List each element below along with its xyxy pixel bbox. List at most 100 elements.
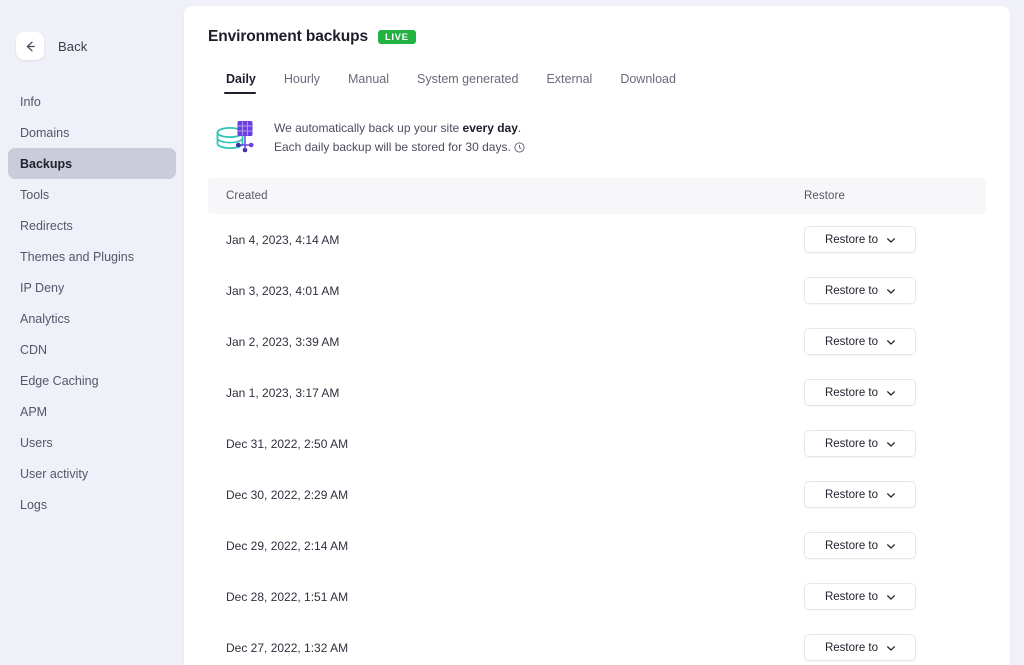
sidebar-item-label: Tools <box>20 188 49 202</box>
sidebar-item-cdn[interactable]: CDN <box>8 334 176 365</box>
table-row: Jan 2, 2023, 3:39 AM Restore to <box>208 316 986 367</box>
table-row: Dec 30, 2022, 2:29 AM Restore to <box>208 469 986 520</box>
cell-restore: Restore to <box>804 532 964 559</box>
cell-created: Jan 4, 2023, 4:14 AM <box>226 233 804 247</box>
restore-to-button[interactable]: Restore to <box>804 277 916 304</box>
sidebar-item-label: Domains <box>20 126 69 140</box>
table-row: Dec 31, 2022, 2:50 AM Restore to <box>208 418 986 469</box>
chevron-down-icon <box>887 438 895 450</box>
restore-to-button[interactable]: Restore to <box>804 634 916 661</box>
restore-to-button-label: Restore to <box>825 438 878 450</box>
tab-external[interactable]: External <box>532 72 606 94</box>
notice-line-1-bold: every day <box>463 121 518 135</box>
chevron-down-icon <box>887 234 895 246</box>
tab-hourly[interactable]: Hourly <box>270 72 334 94</box>
back-button[interactable]: Back <box>0 32 184 60</box>
cell-restore: Restore to <box>804 481 964 508</box>
sidebar-item-label: Themes and Plugins <box>20 250 134 264</box>
restore-to-button-label: Restore to <box>825 234 878 246</box>
column-header-restore: Restore <box>804 190 964 202</box>
restore-to-button-label: Restore to <box>825 285 878 297</box>
cell-created: Dec 28, 2022, 1:51 AM <box>226 590 804 604</box>
table-row: Jan 4, 2023, 4:14 AM Restore to <box>208 214 986 265</box>
cell-created: Dec 31, 2022, 2:50 AM <box>226 437 804 451</box>
tab-daily[interactable]: Daily <box>210 72 270 94</box>
tab-label: Download <box>620 72 676 86</box>
restore-to-button-label: Restore to <box>825 489 878 501</box>
sidebar: Back Info Domains Backups Tools Redirect… <box>0 0 184 665</box>
sidebar-nav: Info Domains Backups Tools Redirects The… <box>0 86 184 520</box>
notice-line-1-suffix: . <box>518 121 521 135</box>
info-circle-icon[interactable] <box>514 140 525 159</box>
page-header: Environment backups LIVE <box>208 28 986 46</box>
sidebar-item-edge-caching[interactable]: Edge Caching <box>8 365 176 396</box>
sidebar-item-label: Analytics <box>20 312 70 326</box>
back-label: Back <box>58 39 87 54</box>
sidebar-item-ip-deny[interactable]: IP Deny <box>8 272 176 303</box>
sidebar-item-label: Redirects <box>20 219 73 233</box>
cell-restore: Restore to <box>804 430 964 457</box>
table-header-row: Created Restore <box>208 178 986 214</box>
sidebar-item-themes-and-plugins[interactable]: Themes and Plugins <box>8 241 176 272</box>
backup-type-tabs: Daily Hourly Manual System generated Ext… <box>210 72 986 94</box>
table-row: Jan 1, 2023, 3:17 AM Restore to <box>208 367 986 418</box>
notice-line-2-text: Each daily backup will be stored for 30 … <box>274 140 511 154</box>
restore-to-button-label: Restore to <box>825 642 878 654</box>
cell-created: Dec 30, 2022, 2:29 AM <box>226 488 804 502</box>
arrow-left-icon <box>16 32 44 60</box>
sidebar-item-label: User activity <box>20 467 88 481</box>
notice-line-1: We automatically back up your site every… <box>274 119 525 138</box>
cell-created: Jan 1, 2023, 3:17 AM <box>226 386 804 400</box>
app-root: Back Info Domains Backups Tools Redirect… <box>0 0 1024 665</box>
restore-to-button[interactable]: Restore to <box>804 226 916 253</box>
sidebar-item-tools[interactable]: Tools <box>8 179 176 210</box>
cell-created: Dec 27, 2022, 1:32 AM <box>226 641 804 655</box>
notice-text: We automatically back up your site every… <box>274 119 525 160</box>
sidebar-item-label: CDN <box>20 343 47 357</box>
restore-to-button-label: Restore to <box>825 591 878 603</box>
chevron-down-icon <box>887 591 895 603</box>
tab-manual[interactable]: Manual <box>334 72 403 94</box>
tab-label: Hourly <box>284 72 320 86</box>
restore-to-button[interactable]: Restore to <box>804 481 916 508</box>
sidebar-item-users[interactable]: Users <box>8 427 176 458</box>
restore-to-button[interactable]: Restore to <box>804 583 916 610</box>
table-row: Dec 28, 2022, 1:51 AM Restore to <box>208 571 986 622</box>
sidebar-item-label: Edge Caching <box>20 374 99 388</box>
backup-schedule-notice: We automatically back up your site every… <box>208 112 986 178</box>
cell-created: Jan 3, 2023, 4:01 AM <box>226 284 804 298</box>
restore-to-button[interactable]: Restore to <box>804 430 916 457</box>
table-row: Dec 27, 2022, 1:32 AM Restore to <box>208 622 986 665</box>
notice-line-1-prefix: We automatically back up your site <box>274 121 463 135</box>
sidebar-item-label: IP Deny <box>20 281 64 295</box>
sidebar-item-info[interactable]: Info <box>8 86 176 117</box>
chevron-down-icon <box>887 642 895 654</box>
database-backup-icon <box>212 116 258 162</box>
sidebar-item-label: Users <box>20 436 53 450</box>
restore-to-button[interactable]: Restore to <box>804 532 916 559</box>
restore-to-button-label: Restore to <box>825 336 878 348</box>
sidebar-item-analytics[interactable]: Analytics <box>8 303 176 334</box>
backups-table: Created Restore Jan 4, 2023, 4:14 AM Res… <box>208 178 986 665</box>
cell-restore: Restore to <box>804 277 964 304</box>
tab-system-generated[interactable]: System generated <box>403 72 532 94</box>
restore-to-button[interactable]: Restore to <box>804 379 916 406</box>
table-body: Jan 4, 2023, 4:14 AM Restore to Jan 3, 2 <box>208 214 986 665</box>
sidebar-item-label: Logs <box>20 498 47 512</box>
sidebar-item-redirects[interactable]: Redirects <box>8 210 176 241</box>
sidebar-item-user-activity[interactable]: User activity <box>8 458 176 489</box>
restore-to-button[interactable]: Restore to <box>804 328 916 355</box>
sidebar-item-apm[interactable]: APM <box>8 396 176 427</box>
tab-download[interactable]: Download <box>606 72 690 94</box>
cell-restore: Restore to <box>804 328 964 355</box>
sidebar-item-label: APM <box>20 405 47 419</box>
tab-label: System generated <box>417 72 518 86</box>
column-header-created: Created <box>226 190 804 202</box>
restore-to-button-label: Restore to <box>825 387 878 399</box>
sidebar-item-backups[interactable]: Backups <box>8 148 176 179</box>
sidebar-item-domains[interactable]: Domains <box>8 117 176 148</box>
cell-restore: Restore to <box>804 634 964 661</box>
sidebar-item-logs[interactable]: Logs <box>8 489 176 520</box>
table-row: Dec 29, 2022, 2:14 AM Restore to <box>208 520 986 571</box>
page-title: Environment backups <box>208 28 368 46</box>
